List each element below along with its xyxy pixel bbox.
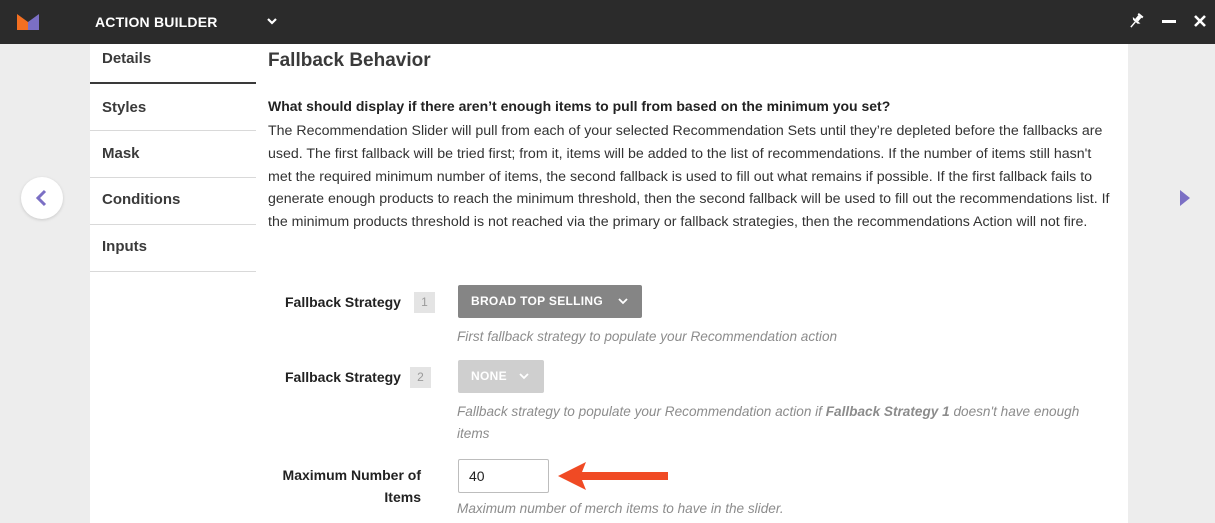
- dropdown-value: BROAD TOP SELLING: [471, 294, 604, 308]
- help-text-prefix: Fallback strategy to populate your Recom…: [457, 404, 826, 419]
- max-items-help-text: Maximum number of merch items to have in…: [457, 501, 784, 516]
- fallback-2-help-text: Fallback strategy to populate your Recom…: [457, 401, 1097, 445]
- fallback-strategy-2-label: Fallback Strategy: [285, 369, 401, 385]
- previous-button[interactable]: [21, 177, 63, 219]
- app-title: ACTION BUILDER: [95, 14, 218, 30]
- sidebar-item-details[interactable]: Details: [90, 44, 256, 84]
- sidebar-item-label: Styles: [102, 99, 147, 116]
- monetate-logo-icon: [17, 14, 39, 30]
- fallback-description: The Recommendation Slider will pull from…: [268, 123, 1110, 231]
- sidebar: Details Styles Mask Conditions Inputs: [90, 44, 256, 523]
- fallback-question: What should display if there aren’t enou…: [268, 98, 891, 114]
- fallback-1-number-badge: 1: [414, 292, 435, 313]
- section-title: Fallback Behavior: [268, 50, 431, 71]
- max-items-input[interactable]: [458, 459, 549, 493]
- sidebar-item-styles[interactable]: Styles: [90, 84, 256, 131]
- sidebar-item-inputs[interactable]: Inputs: [90, 225, 256, 272]
- chevron-down-icon: [519, 373, 529, 380]
- fallback-1-help-text: First fallback strategy to populate your…: [457, 329, 838, 344]
- sidebar-item-label: Mask: [102, 145, 140, 162]
- sidebar-item-conditions[interactable]: Conditions: [90, 178, 256, 225]
- dropdown-value: NONE: [471, 369, 507, 383]
- chevron-down-icon[interactable]: [266, 14, 278, 28]
- sidebar-item-label: Conditions: [102, 191, 181, 208]
- chevron-left-icon: [35, 189, 47, 207]
- close-icon[interactable]: [1192, 13, 1208, 29]
- help-text-bold: Fallback Strategy 1: [825, 404, 950, 419]
- red-arrow-icon: [558, 462, 668, 490]
- minimize-icon[interactable]: [1162, 20, 1176, 23]
- sidebar-item-label: Details: [102, 50, 152, 67]
- fallback-2-number-badge: 2: [410, 367, 431, 388]
- chevron-right-icon[interactable]: [1178, 188, 1192, 208]
- main-content: Fallback Behavior What should display if…: [256, 44, 1128, 523]
- pin-icon[interactable]: [1128, 12, 1144, 30]
- sidebar-item-label: Inputs: [102, 238, 147, 255]
- sidebar-item-mask[interactable]: Mask: [90, 131, 256, 178]
- chevron-down-icon: [618, 298, 628, 305]
- fallback-strategy-1-dropdown[interactable]: BROAD TOP SELLING: [458, 285, 642, 318]
- fallback-strategy-1-label: Fallback Strategy: [285, 294, 401, 310]
- max-items-label: Maximum Number of Items: [282, 467, 421, 505]
- fallback-strategy-2-dropdown[interactable]: NONE: [458, 360, 544, 393]
- top-bar: ACTION BUILDER: [0, 0, 1215, 44]
